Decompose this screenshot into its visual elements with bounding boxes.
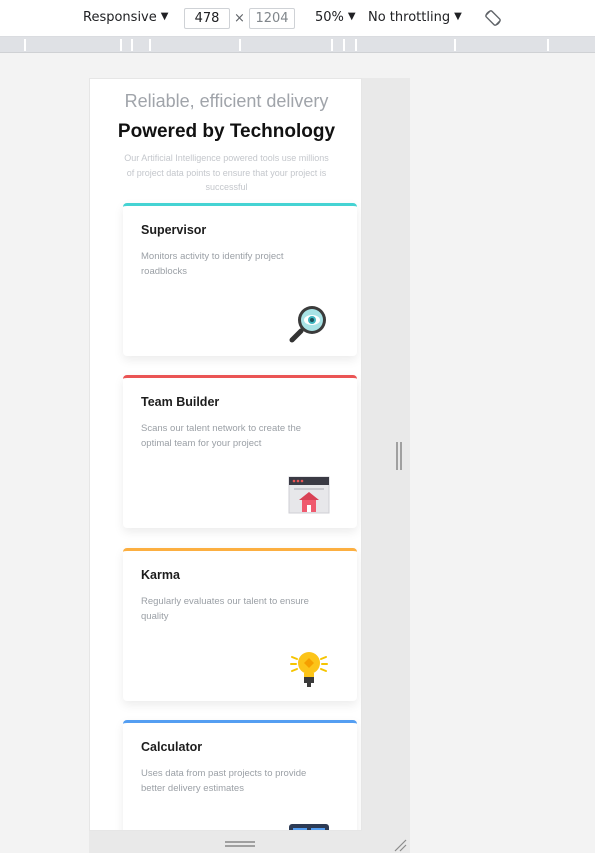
card-title: Karma bbox=[141, 568, 180, 582]
hero-title: Powered by Technology bbox=[117, 121, 336, 142]
device-mode-label: Responsive bbox=[83, 10, 157, 25]
chevron-down-icon: ▼ bbox=[454, 11, 462, 22]
magnifier-eye-icon bbox=[289, 306, 326, 343]
corner-resize-icon[interactable] bbox=[393, 838, 407, 852]
card-description: Regularly evaluates our talent to ensure… bbox=[141, 596, 309, 622]
resize-grip-icon[interactable] bbox=[396, 442, 402, 470]
media-query-ruler[interactable] bbox=[0, 37, 595, 53]
device-mode-dropdown[interactable]: Responsive ▼ bbox=[83, 10, 168, 25]
card-description: Scans our talent network to create the o… bbox=[141, 423, 302, 449]
feature-card-karma: Karma Regularly evaluates our talent to … bbox=[123, 548, 357, 701]
resize-grip-icon[interactable] bbox=[225, 841, 255, 847]
rotate-icon[interactable] bbox=[484, 9, 502, 27]
card-description: Uses data from past projects to provide … bbox=[141, 768, 307, 794]
viewport-resize-handle-right[interactable] bbox=[362, 78, 410, 831]
chevron-down-icon: ▼ bbox=[160, 11, 169, 22]
calculator-icon bbox=[289, 824, 329, 830]
feature-card-calculator: Calculator Uses data from past projects … bbox=[123, 720, 357, 830]
card-title: Team Builder bbox=[141, 395, 220, 409]
feature-card-supervisor: Supervisor Monitors activity to identify… bbox=[123, 203, 357, 356]
height-input[interactable]: 1204 bbox=[249, 8, 295, 29]
hero-description: Our Artificial Intelligence powered tool… bbox=[124, 153, 329, 192]
device-viewport: Reliable, efficient delivery Powered by … bbox=[89, 78, 362, 831]
throttling-label: No throttling bbox=[368, 10, 451, 25]
card-title: Calculator bbox=[141, 740, 203, 754]
width-input[interactable]: 478 bbox=[184, 8, 230, 29]
card-title: Supervisor bbox=[141, 223, 207, 237]
zoom-dropdown[interactable]: 50% ▼ bbox=[315, 10, 356, 25]
devtools-toolbar: Responsive ▼ 478 × 1204 50% ▼ No throttlin… bbox=[0, 0, 595, 37]
times-symbol: × bbox=[234, 11, 245, 26]
chevron-down-icon: ▼ bbox=[347, 11, 356, 22]
feature-card-team-builder: Team Builder Scans our talent network to… bbox=[123, 375, 357, 528]
zoom-label: 50% bbox=[315, 10, 344, 25]
throttling-dropdown[interactable]: No throttling ▼ bbox=[368, 10, 462, 25]
card-description: Monitors activity to identify project ro… bbox=[141, 251, 284, 277]
lightbulb-icon bbox=[290, 652, 328, 687]
hero-subtitle: Reliable, efficient delivery bbox=[124, 91, 329, 111]
browser-team-icon bbox=[288, 476, 330, 514]
